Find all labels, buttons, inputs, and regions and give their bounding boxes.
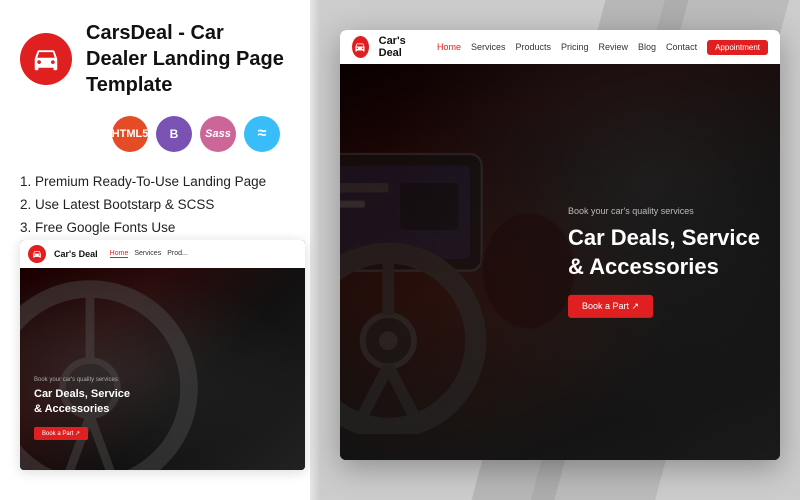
mini-btn-label: Book a Part ↗ [42,430,80,437]
main-nav-services[interactable]: Services [471,42,506,52]
main-brand-text: Car's Deal [379,35,419,59]
tech-icons-row: HTML5 B Sass ≈ [20,116,290,152]
main-nav-blog[interactable]: Blog [638,42,656,52]
tailwind-badge: ≈ [244,116,280,152]
mini-navbar: Car's Deal Home Services Prod... [20,240,305,268]
mini-car-icon [32,249,42,259]
mini-hero-btn[interactable]: Book a Part ↗ [34,427,88,440]
mini-brand-text: Car's Deal [54,249,98,259]
hero-title: Car Deals, Service& Accessories [568,224,760,281]
mini-nav-products: Prod... [167,250,188,258]
bootstrap-label: B [170,127,179,141]
main-nav-home[interactable]: Home [437,42,461,52]
sass-label: Sass [205,128,231,140]
mini-preview-card: Car's Deal Home Services Prod... Book yo… [20,240,305,470]
mini-nav-services: Services [134,250,161,258]
appointment-label: Appointment [715,43,760,52]
html5-badge: HTML5 [112,116,148,152]
header-row: CarsDeal - Car Dealer Landing Page Templ… [20,20,290,98]
mini-nav-links: Home Services Prod... [110,250,188,258]
logo-circle [20,33,72,85]
mini-nav-home: Home [110,250,129,258]
main-nav-products[interactable]: Products [515,42,551,52]
mini-hero-bg: Book your car's quality services Car Dea… [20,268,305,470]
main-car-icon [354,41,366,53]
main-nav-contact[interactable]: Contact [666,42,697,52]
feature-1: 1. Premium Ready-To-Use Landing Page [20,170,290,193]
main-hero-area: Book your car's quality services Car Dea… [340,64,780,460]
hero-book-btn[interactable]: Book a Part ↗ [568,295,653,318]
hero-text-block: Book your car's quality services Car Dea… [568,206,760,318]
main-appointment-btn[interactable]: Appointment [707,40,768,55]
main-nav-pricing[interactable]: Pricing [561,42,589,52]
right-preview: Car's Deal Home Services Products Pricin… [280,0,800,500]
left-panel: CarsDeal - Car Dealer Landing Page Templ… [0,0,310,500]
html5-label: HTML5 [112,128,149,140]
main-preview-card: Car's Deal Home Services Products Pricin… [340,30,780,460]
car-icon [31,44,61,74]
mini-hero-text: Book your car's quality services Car Dea… [34,377,130,440]
main-navbar: Car's Deal Home Services Products Pricin… [340,30,780,64]
mini-hero-title: Car Deals, Service& Accessories [34,387,130,416]
feature-2: 2. Use Latest Bootstarp & SCSS [20,193,290,216]
mini-logo [28,245,46,263]
sass-badge: Sass [200,116,236,152]
main-logo-circle [352,36,369,58]
tailwind-label: ≈ [258,125,267,143]
main-nav-review[interactable]: Review [599,42,629,52]
page-title: CarsDeal - Car Dealer Landing Page Templ… [86,20,290,98]
bootstrap-badge: B [156,116,192,152]
mini-steering-wheel [20,278,200,470]
title-block: CarsDeal - Car Dealer Landing Page Templ… [86,20,290,98]
hero-btn-label: Book a Part ↗ [582,301,639,312]
mini-hero-subtitle: Book your car's quality services [34,377,130,383]
feature-3: 3. Free Google Fonts Use [20,216,290,239]
main-nav-links: Home Services Products Pricing Review Bl… [437,42,697,52]
hero-subtitle: Book your car's quality services [568,206,760,216]
